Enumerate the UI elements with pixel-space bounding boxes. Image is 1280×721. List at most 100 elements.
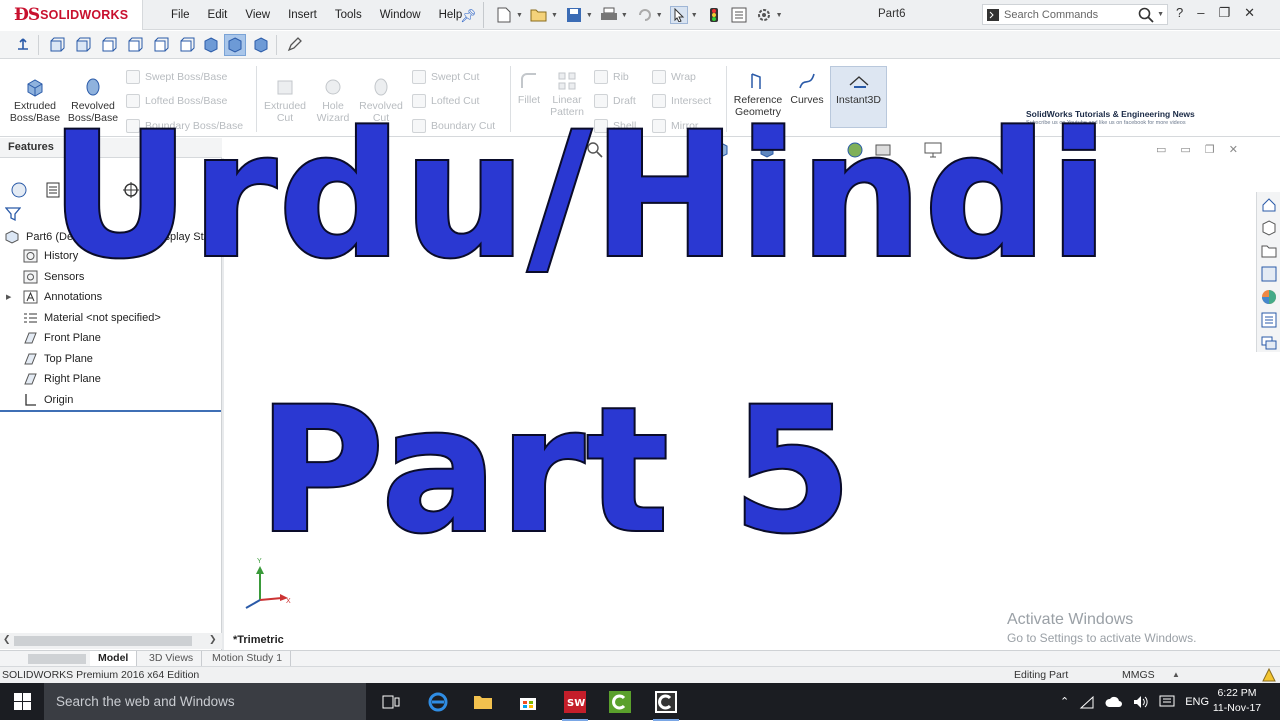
undo-icon[interactable] [635, 6, 653, 24]
feature-manager-icon[interactable] [10, 181, 28, 199]
solidworks-resources-home-icon[interactable] [1258, 195, 1280, 215]
input-language[interactable]: ENG [1185, 696, 1209, 708]
viewport-minimize-icon[interactable]: ▭ [1156, 143, 1166, 156]
start-button[interactable] [0, 683, 44, 720]
rebuild-status-icon[interactable] [1262, 668, 1276, 682]
chevron-down-icon[interactable]: ▼ [691, 12, 698, 19]
expand-arrow-icon[interactable]: ▶ [6, 293, 22, 301]
rebuild-icon[interactable] [705, 6, 723, 24]
scroll-thumb[interactable] [14, 636, 192, 646]
pin-menu-icon[interactable]: 📌︎ [460, 8, 477, 24]
horizontal-scrollbar[interactable]: ❮ ❯ [0, 633, 222, 649]
solidworks-taskbar-icon[interactable]: SW [560, 687, 590, 721]
tree-item-top-plane[interactable]: Top Plane [22, 349, 93, 369]
tree-item-front-plane[interactable]: Front Plane [22, 328, 101, 348]
view-back-icon[interactable] [72, 34, 94, 56]
options-gear-icon[interactable] [755, 6, 773, 24]
store-bag-icon[interactable] [513, 687, 543, 717]
chevron-down-icon[interactable]: ▼ [516, 12, 523, 19]
scroll-left-icon[interactable]: ❮ [3, 634, 11, 645]
view-trimetric-icon[interactable] [224, 34, 246, 56]
filter-icon[interactable] [5, 206, 21, 222]
chevron-down-icon[interactable]: ▼ [776, 12, 783, 19]
onedrive-cloud-icon[interactable] [1105, 696, 1123, 708]
view-left-icon[interactable] [98, 34, 120, 56]
restore-icon[interactable]: ❐ [1218, 5, 1230, 21]
forum-chat-icon[interactable] [1258, 333, 1280, 353]
camtasia-recorder-icon[interactable] [605, 687, 635, 717]
chevron-down-icon[interactable]: ▼ [1157, 11, 1164, 18]
volume-icon[interactable] [1133, 695, 1149, 709]
wrap-button[interactable]: Wrap [652, 70, 696, 84]
tree-item-label: Top Plane [44, 353, 93, 365]
save-icon[interactable] [565, 6, 583, 24]
tree-item-origin[interactable]: Origin [22, 390, 73, 410]
view-top-icon[interactable] [150, 34, 172, 56]
search-commands-input[interactable]: Search Commands ▼ [982, 4, 1168, 25]
view-dimetric-icon[interactable] [250, 34, 272, 56]
normal-to-icon[interactable] [12, 34, 34, 56]
chevron-down-icon[interactable]: ▼ [656, 12, 663, 19]
viewport-restore-icon[interactable]: ❐ [1205, 143, 1215, 156]
view-isometric-icon[interactable] [200, 34, 222, 56]
taskbar-search-input[interactable]: Search the web and Windows [44, 683, 366, 720]
sketch-pencil-icon[interactable] [283, 34, 305, 56]
rollback-bar[interactable] [0, 410, 221, 412]
tree-item-right-plane[interactable]: Right Plane [22, 369, 101, 389]
menu-window[interactable]: Window [371, 9, 430, 21]
system-clock[interactable]: 6:22 PM 11-Nov-17 [1212, 686, 1262, 716]
menu-bar: File Edit View Insert Tools Window Help [162, 0, 471, 30]
menu-tools[interactable]: Tools [326, 9, 371, 21]
tab-3d-views[interactable]: 3D Views [141, 651, 203, 667]
network-icon[interactable] [1079, 695, 1095, 709]
file-explorer-folder-icon[interactable] [1258, 241, 1280, 261]
close-icon[interactable]: ✕ [1244, 5, 1255, 21]
chevron-up-icon[interactable]: ⌃ [1060, 695, 1069, 708]
menu-insert[interactable]: Insert [279, 9, 326, 21]
open-folder-icon[interactable] [530, 6, 548, 24]
view-bottom-icon[interactable] [176, 34, 198, 56]
viewport-close-icon[interactable]: ✕ [1229, 143, 1238, 156]
file-properties-icon[interactable] [730, 6, 748, 24]
solidworks-logo[interactable]: ƉS SOLIDWORKS [0, 0, 143, 30]
menu-view[interactable]: View [236, 9, 279, 21]
new-document-icon[interactable] [495, 6, 513, 24]
chevron-down-icon[interactable]: ▼ [621, 12, 628, 19]
help-button[interactable]: ? [1176, 5, 1183, 21]
unit-system-selector[interactable]: MMGS [1122, 669, 1155, 681]
chevron-down-icon[interactable]: ▼ [586, 12, 593, 19]
custom-properties-icon[interactable] [1258, 310, 1280, 330]
task-view-icon[interactable] [376, 687, 406, 717]
menu-file[interactable]: File [162, 9, 199, 21]
appearances-icon[interactable] [1258, 287, 1280, 307]
design-library-icon[interactable] [1258, 218, 1280, 238]
view-front-icon[interactable] [46, 34, 68, 56]
tab-motion-study[interactable]: Motion Study 1 [204, 651, 292, 667]
file-explorer-icon[interactable] [468, 687, 498, 717]
action-center-icon[interactable] [1159, 695, 1175, 709]
edge-browser-icon[interactable] [423, 687, 453, 717]
rib-button[interactable]: Rib [594, 70, 629, 84]
view-palette-icon[interactable] [1258, 264, 1280, 284]
search-icon[interactable] [1138, 7, 1154, 23]
plane-icon [22, 371, 38, 387]
camtasia-studio-icon[interactable] [651, 687, 681, 721]
divider [38, 35, 39, 55]
tab-navigation-arrows[interactable] [28, 654, 86, 664]
minimize-icon[interactable]: – [1197, 5, 1204, 21]
view-right-icon[interactable] [124, 34, 146, 56]
chevron-up-icon[interactable]: ▲ [1172, 670, 1180, 679]
swept-cut-button[interactable]: Swept Cut [412, 70, 479, 84]
viewport-tile-icon[interactable]: ▭ [1180, 143, 1190, 156]
linear-pattern-icon [555, 70, 579, 92]
select-pointer-icon[interactable] [669, 6, 688, 24]
material-icon [22, 310, 38, 326]
chevron-down-icon[interactable]: ▼ [551, 12, 558, 19]
scroll-right-icon[interactable]: ❯ [209, 634, 217, 645]
tree-item-material[interactable]: Material <not specified> [22, 308, 161, 328]
tab-model[interactable]: Model [90, 651, 138, 667]
swept-boss-button[interactable]: Swept Boss/Base [126, 70, 227, 84]
tree-item-label: Right Plane [44, 373, 101, 385]
menu-edit[interactable]: Edit [199, 9, 237, 21]
print-icon[interactable] [600, 6, 618, 24]
